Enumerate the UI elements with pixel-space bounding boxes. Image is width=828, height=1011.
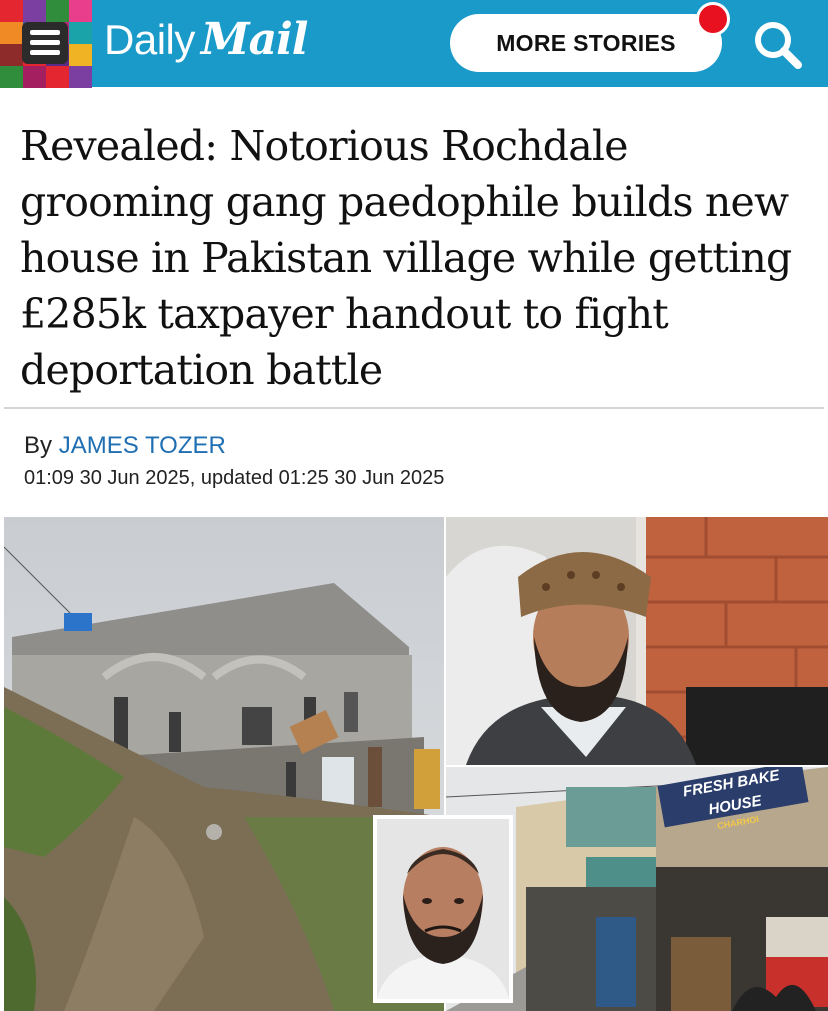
search-icon[interactable] — [748, 16, 808, 72]
mugshot-photo[interactable] — [373, 815, 513, 1003]
hamburger-menu-icon[interactable] — [22, 22, 68, 64]
logo-mail-text: Mail — [200, 14, 309, 65]
daily-mail-logo[interactable]: Daily Mail — [104, 14, 309, 74]
logo-daily-text: Daily — [104, 16, 195, 63]
portrait-photo[interactable] — [446, 517, 828, 765]
top-navigation-bar: Daily Mail MORE STORIES — [0, 0, 828, 88]
byline: By JAMES TOZER — [24, 432, 226, 460]
article-headline: Revealed: Notorious Rochdale grooming ga… — [20, 122, 792, 394]
more-stories-button[interactable]: MORE STORIES — [450, 14, 722, 72]
byline-prefix: By — [24, 432, 53, 459]
author-link[interactable]: JAMES TOZER — [59, 432, 226, 459]
notification-dot-icon — [696, 2, 730, 36]
headline-divider — [4, 407, 824, 409]
dateline: 01:09 30 Jun 2025, updated 01:25 30 Jun … — [24, 467, 445, 489]
